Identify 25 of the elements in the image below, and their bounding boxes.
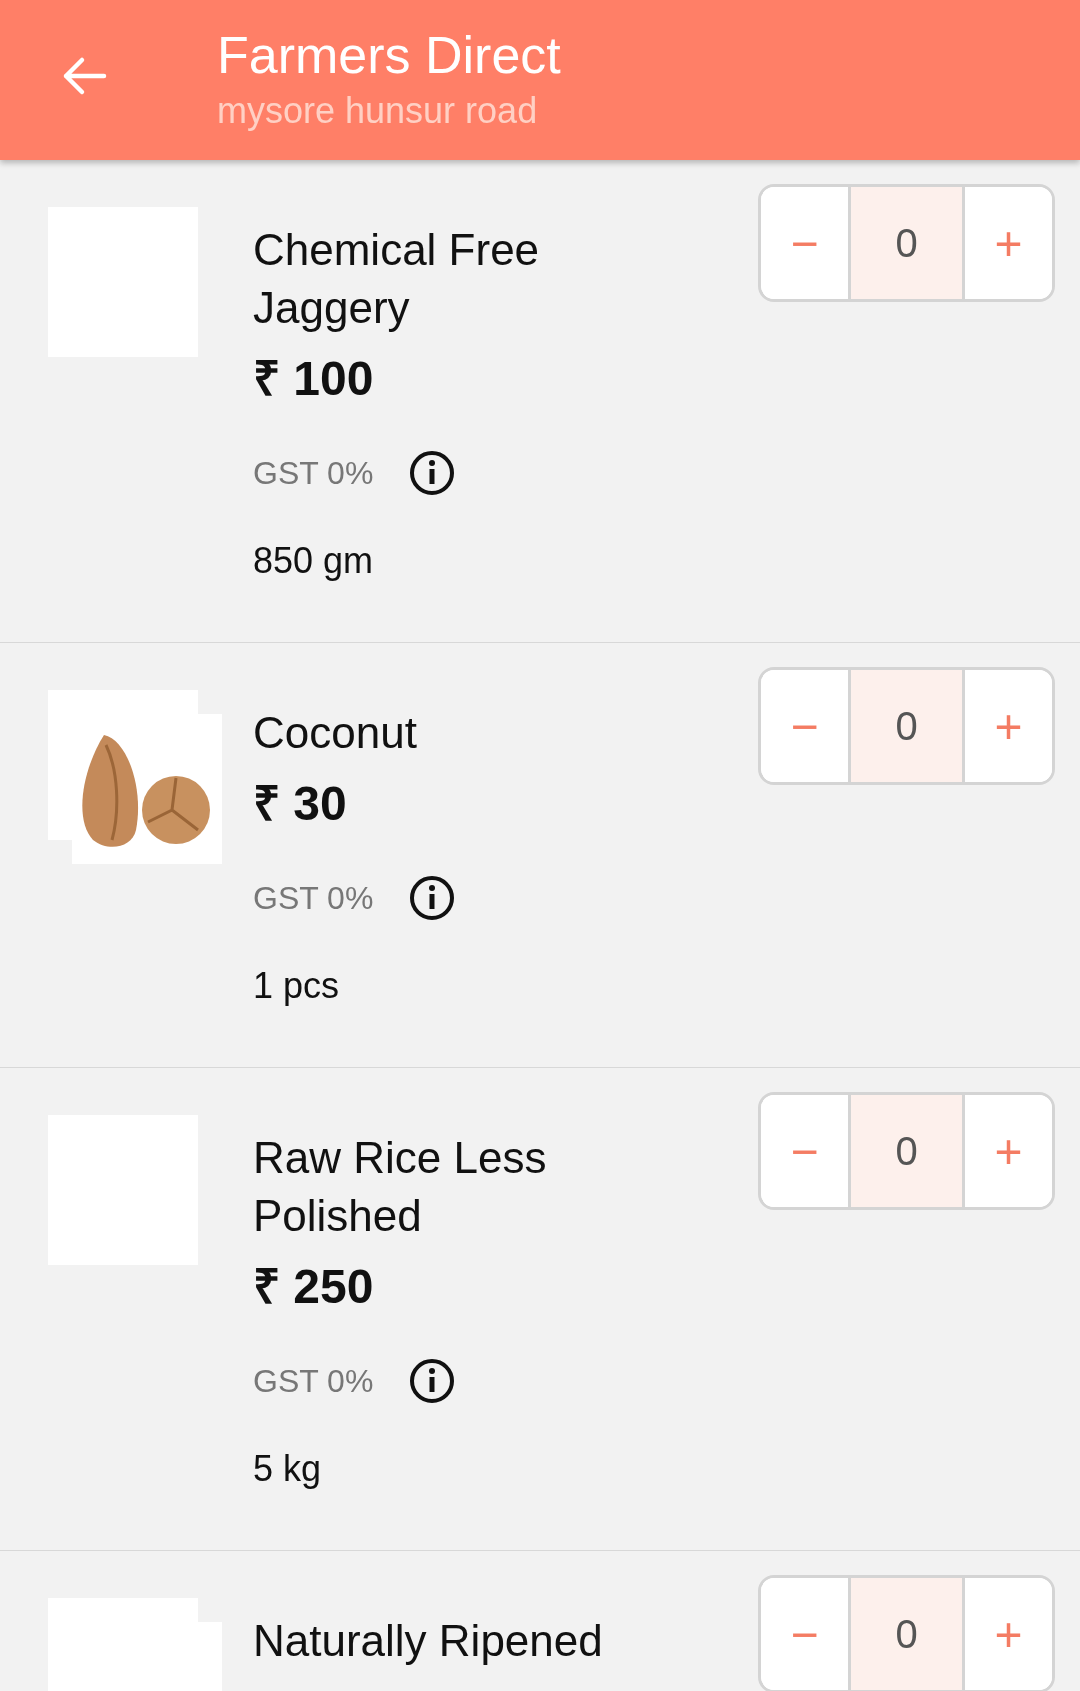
product-name: Raw Rice Less Polished xyxy=(253,1132,548,1242)
gst-label: GST 0% xyxy=(253,454,374,492)
quantity-value: 0 xyxy=(848,1095,965,1207)
gst-label: GST 0% xyxy=(253,1362,374,1400)
quantity-value: 0 xyxy=(848,1578,965,1690)
info-icon xyxy=(409,450,456,496)
info-icon xyxy=(409,875,456,921)
store-location: mysore hunsur road xyxy=(217,89,539,133)
product-price: ₹ 250 xyxy=(253,1259,374,1315)
info-button[interactable] xyxy=(409,875,456,921)
product-name: Chemical Free Jaggery xyxy=(253,224,541,334)
product-price: ₹ 30 xyxy=(253,776,347,832)
info-button[interactable] xyxy=(409,1358,456,1404)
product-quantity: 5 kg xyxy=(253,1447,322,1491)
quantity-value: 0 xyxy=(848,670,965,782)
info-button[interactable] xyxy=(409,450,456,496)
quantity-value: 0 xyxy=(848,187,965,299)
store-title: Farmers Direct xyxy=(217,25,561,86)
product-name: Coconut xyxy=(253,707,418,759)
product-quantity: 850 gm xyxy=(253,539,374,583)
product-name: Naturally Ripened xyxy=(253,1615,604,1667)
gst-label: GST 0% xyxy=(253,879,374,917)
product-quantity: 1 pcs xyxy=(253,964,340,1008)
product-price: ₹ 100 xyxy=(253,351,374,407)
info-icon xyxy=(409,1358,456,1404)
